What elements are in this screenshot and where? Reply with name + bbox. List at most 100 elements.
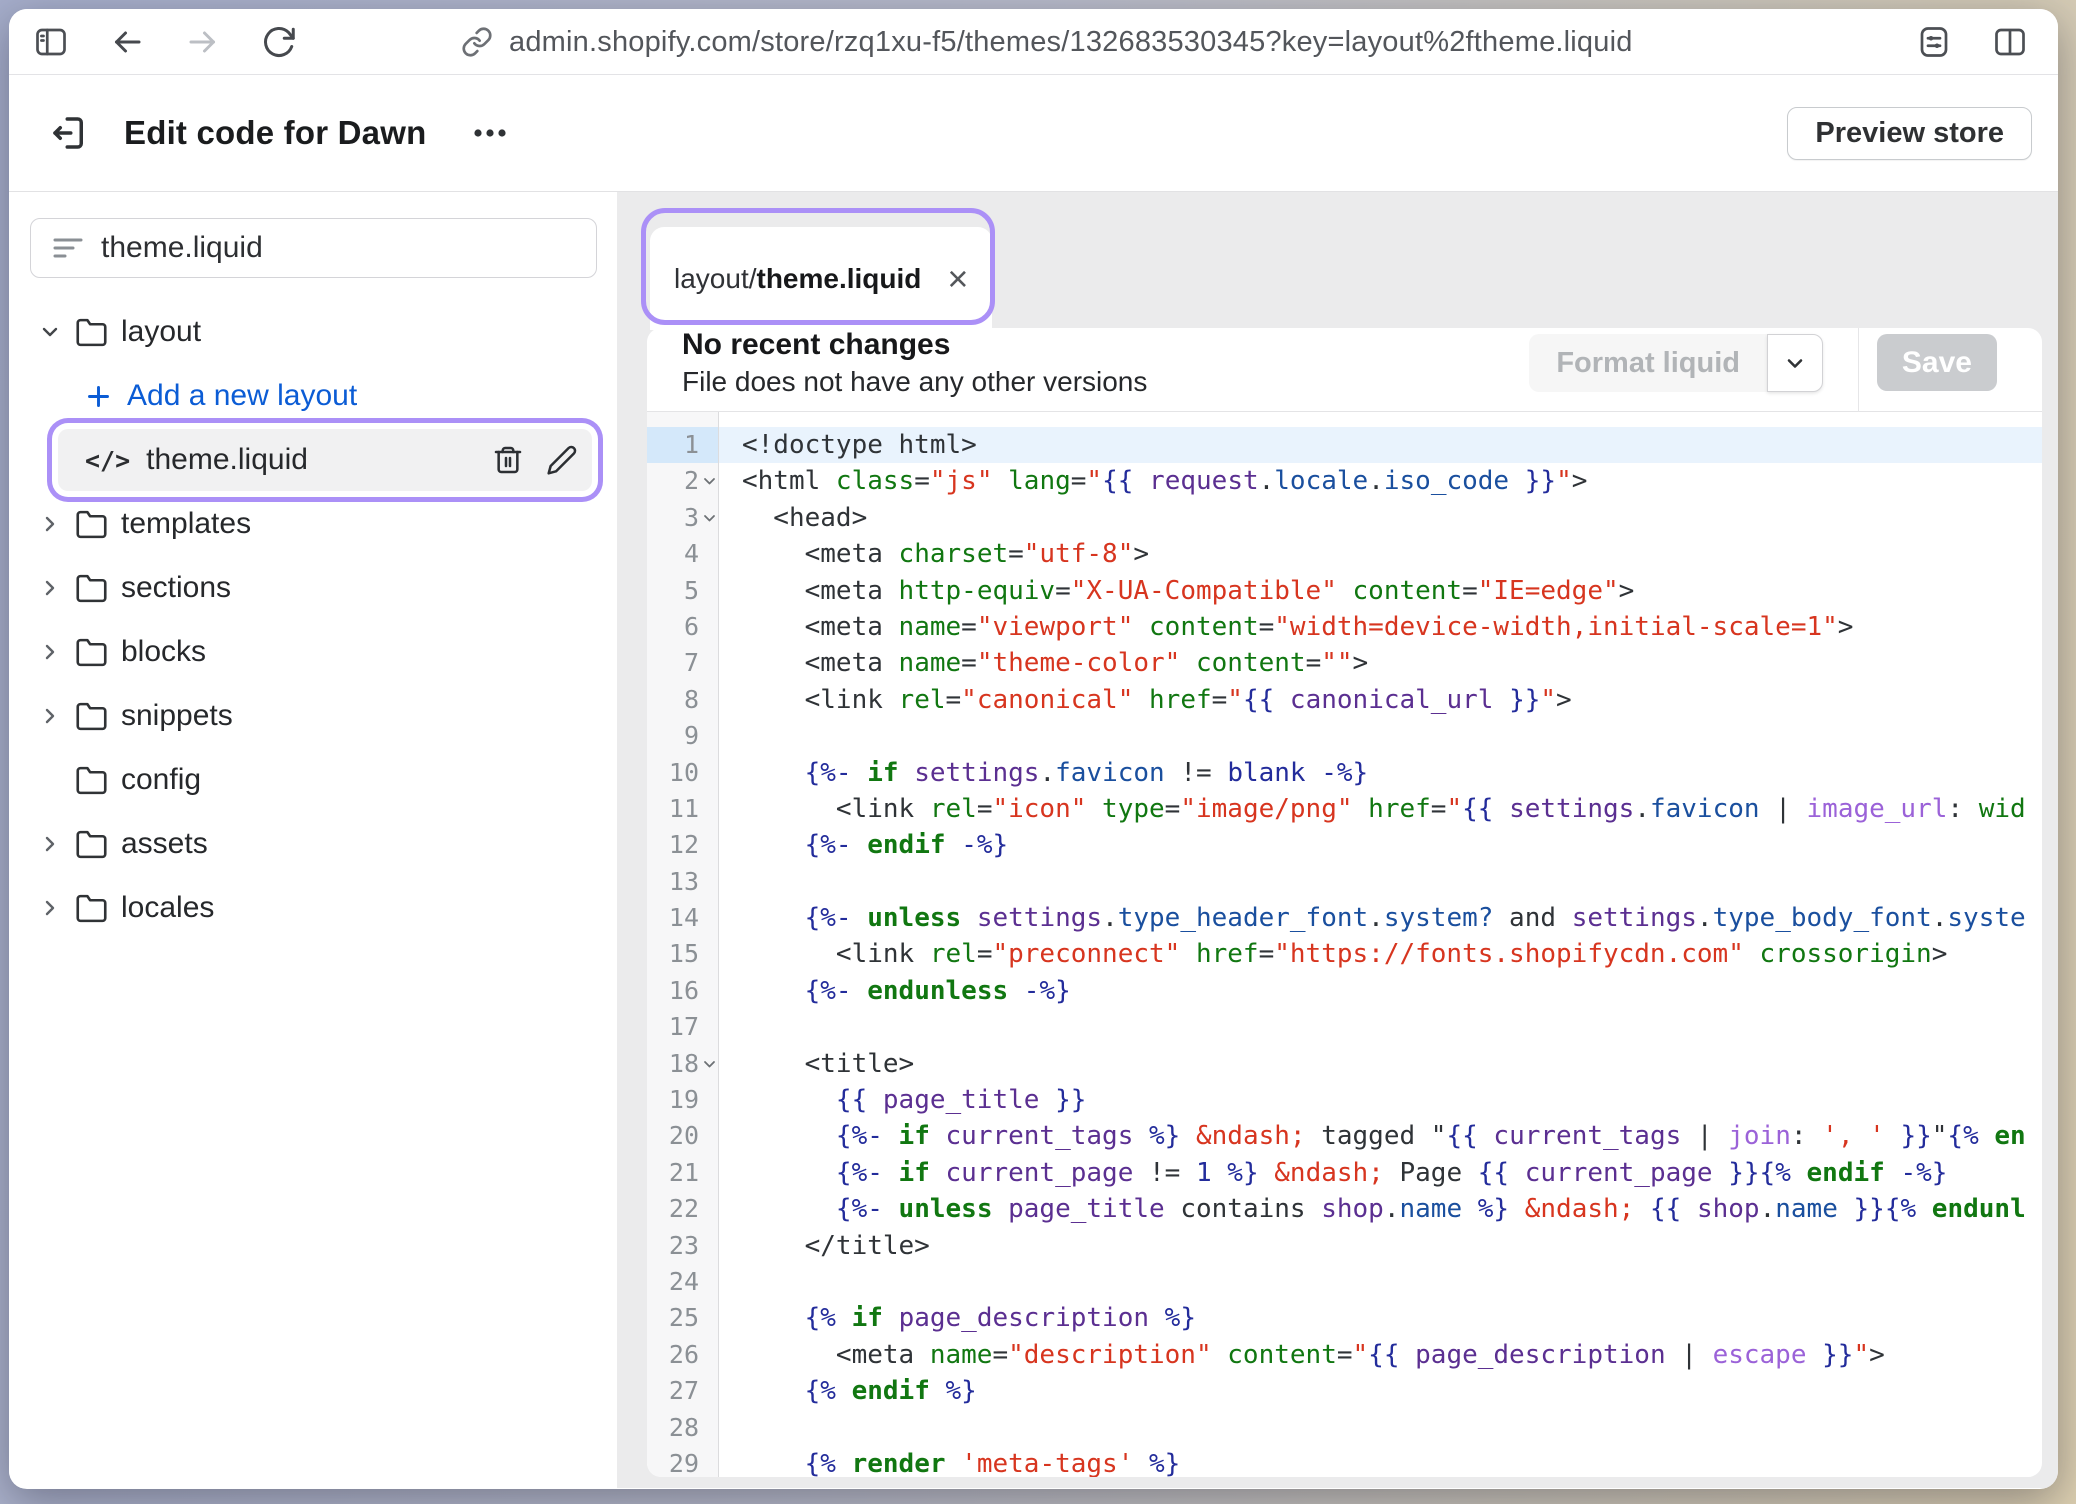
code-line[interactable]: </title>: [742, 1228, 2042, 1264]
code-line[interactable]: [742, 1264, 2042, 1300]
status-subtitle: File does not have any other versions: [682, 366, 1147, 398]
code-line[interactable]: <meta http-equiv="X-UA-Compatible" conte…: [742, 573, 2042, 609]
code-line[interactable]: <link rel="icon" type="image/png" href="…: [742, 791, 2042, 827]
line-number[interactable]: 3: [647, 500, 718, 536]
line-number[interactable]: 9: [647, 718, 718, 754]
code-line[interactable]: <!doctype html>: [719, 427, 2042, 463]
code-line[interactable]: <html class="js" lang="{{ request.locale…: [742, 463, 2042, 499]
code-line[interactable]: {%- unless page_title contains shop.name…: [742, 1191, 2042, 1227]
line-number[interactable]: 8: [647, 682, 718, 718]
save-button[interactable]: Save: [1877, 334, 1997, 391]
sidebar-item-assets[interactable]: assets: [9, 812, 617, 876]
code-line[interactable]: {%- if current_page != 1 %} &ndash; Page…: [742, 1155, 2042, 1191]
line-number[interactable]: 26: [647, 1337, 718, 1373]
code-editor[interactable]: 1234567891011121314151617181920212223242…: [647, 412, 2042, 1477]
line-number[interactable]: 10: [647, 755, 718, 791]
sidebar-item-sections[interactable]: sections: [9, 556, 617, 620]
exit-editor-icon[interactable]: [48, 112, 90, 154]
chevron-right-icon: [38, 704, 62, 728]
file-filter-input[interactable]: [101, 231, 574, 265]
preview-store-button[interactable]: Preview store: [1787, 107, 2032, 160]
line-number[interactable]: 18: [647, 1046, 718, 1082]
more-menu-icon[interactable]: [472, 127, 508, 139]
line-number[interactable]: 2: [647, 463, 718, 499]
line-number[interactable]: 21: [647, 1155, 718, 1191]
sidebar-item-layout[interactable]: layout: [9, 300, 617, 364]
code-line[interactable]: [742, 1410, 2042, 1446]
code-line[interactable]: <head>: [742, 500, 2042, 536]
line-number[interactable]: 6: [647, 609, 718, 645]
line-number[interactable]: 4: [647, 536, 718, 572]
line-number[interactable]: 16: [647, 973, 718, 1009]
line-number[interactable]: 28: [647, 1410, 718, 1446]
code-line[interactable]: <link rel="canonical" href="{{ canonical…: [742, 682, 2042, 718]
code-content[interactable]: <!doctype html><html class="js" lang="{{…: [719, 412, 2042, 1477]
delete-file-icon[interactable]: [492, 444, 524, 476]
chevron-down-icon: [1783, 351, 1807, 375]
code-line[interactable]: [742, 718, 2042, 754]
close-icon[interactable]: ×: [947, 261, 968, 297]
code-line[interactable]: [742, 1009, 2042, 1045]
code-line[interactable]: <meta name="theme-color" content="">: [742, 645, 2042, 681]
line-number[interactable]: 11: [647, 791, 718, 827]
line-number[interactable]: 13: [647, 864, 718, 900]
format-dropdown-button[interactable]: [1767, 334, 1823, 392]
sidebar-item-snippets[interactable]: snippets: [9, 684, 617, 748]
code-line[interactable]: {%- unless settings.type_header_font.sys…: [742, 900, 2042, 936]
fold-chevron-icon[interactable]: [702, 513, 717, 523]
code-line[interactable]: {%- endif -%}: [742, 827, 2042, 863]
line-number[interactable]: 7: [647, 645, 718, 681]
sidebar-item-templates[interactable]: templates: [9, 492, 617, 556]
sidebar-item-blocks[interactable]: blocks: [9, 620, 617, 684]
fold-chevron-icon[interactable]: [702, 1059, 717, 1069]
tab-layout-theme-liquid[interactable]: layout/theme.liquid ×: [650, 227, 992, 330]
line-number[interactable]: 23: [647, 1228, 718, 1264]
line-number[interactable]: 1: [647, 427, 718, 463]
fold-chevron-icon[interactable]: [702, 476, 717, 486]
split-view-icon[interactable]: [1992, 24, 2028, 60]
code-line[interactable]: <meta charset="utf-8">: [742, 536, 2042, 572]
code-line[interactable]: <meta name="description" content="{{ pag…: [742, 1337, 2042, 1373]
sidebar-item-locales[interactable]: locales: [9, 876, 617, 940]
chevron-right-icon: [38, 832, 62, 856]
page-settings-icon[interactable]: [1916, 24, 1952, 60]
line-number[interactable]: 14: [647, 900, 718, 936]
file-filter-box[interactable]: [30, 218, 597, 278]
sidebar-item-config[interactable]: config: [9, 748, 617, 812]
code-line[interactable]: <title>: [742, 1046, 2042, 1082]
folder-icon: [75, 636, 108, 669]
code-line[interactable]: <meta name="viewport" content="width=dev…: [742, 609, 2042, 645]
code-line[interactable]: {%- endunless -%}: [742, 973, 2042, 1009]
forward-icon[interactable]: [185, 24, 221, 60]
active-file-pill[interactable]: </>theme.liquid: [58, 429, 592, 491]
code-line[interactable]: {{ page_title }}: [742, 1082, 2042, 1118]
code-line[interactable]: {%- if settings.favicon != blank -%}: [742, 755, 2042, 791]
line-number[interactable]: 29: [647, 1446, 718, 1477]
line-number[interactable]: 17: [647, 1009, 718, 1045]
code-line[interactable]: {% endif %}: [742, 1373, 2042, 1409]
address-bar[interactable]: admin.shopify.com/store/rzq1xu-f5/themes…: [461, 9, 1633, 75]
code-line[interactable]: [742, 864, 2042, 900]
line-number[interactable]: 20: [647, 1118, 718, 1154]
folder-label: config: [121, 763, 201, 797]
code-line[interactable]: {% render 'meta-tags' %}: [742, 1446, 2042, 1477]
reload-icon[interactable]: [261, 24, 297, 60]
line-number[interactable]: 12: [647, 827, 718, 863]
line-number[interactable]: 25: [647, 1300, 718, 1336]
folder-icon: [75, 700, 108, 733]
line-number[interactable]: 15: [647, 936, 718, 972]
sidebar-toggle-icon[interactable]: [33, 24, 69, 60]
add-new-layout-link[interactable]: Add a new layout: [9, 364, 617, 428]
code-line[interactable]: {%- if current_tags %} &ndash; tagged "{…: [742, 1118, 2042, 1154]
line-number[interactable]: 5: [647, 573, 718, 609]
line-number[interactable]: 19: [647, 1082, 718, 1118]
code-line[interactable]: <link rel="preconnect" href="https://fon…: [742, 936, 2042, 972]
back-icon[interactable]: [109, 24, 145, 60]
code-line[interactable]: {% if page_description %}: [742, 1300, 2042, 1336]
line-number[interactable]: 22: [647, 1191, 718, 1227]
rename-file-icon[interactable]: [546, 444, 578, 476]
sidebar-file-theme.liquid[interactable]: </>theme.liquid: [9, 428, 617, 492]
format-liquid-button[interactable]: Format liquid: [1529, 334, 1767, 392]
line-number[interactable]: 24: [647, 1264, 718, 1300]
line-number[interactable]: 27: [647, 1373, 718, 1409]
